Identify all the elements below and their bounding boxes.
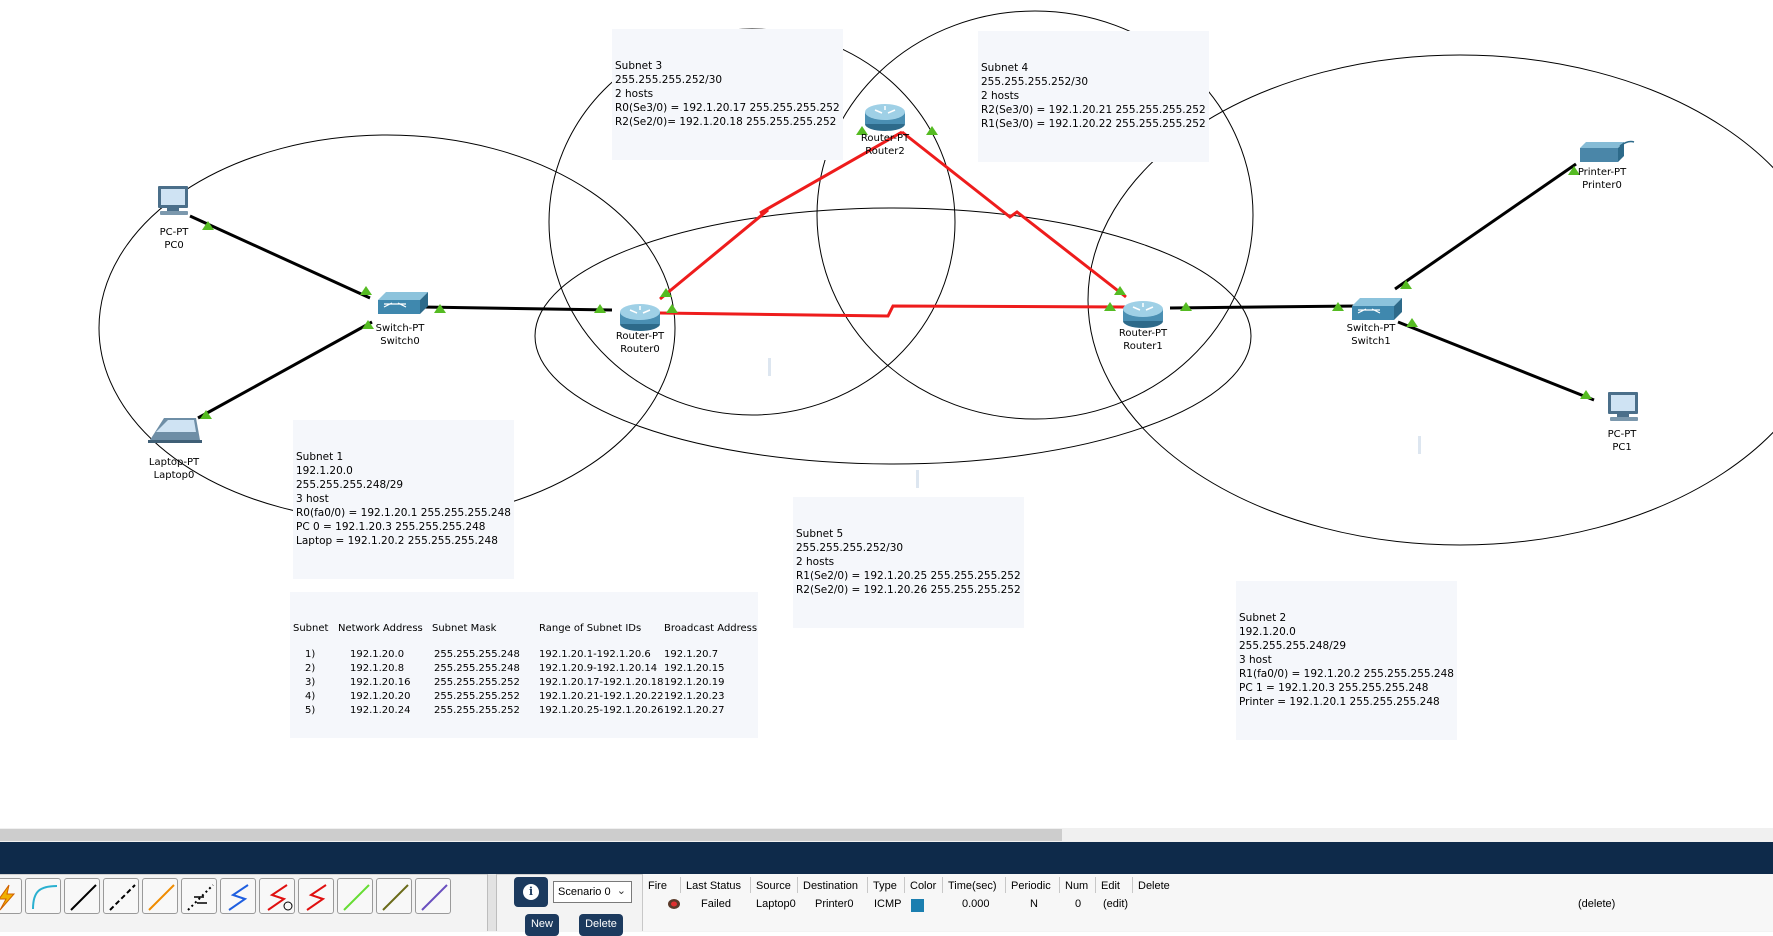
pdu-col-fire: Fire [648,880,667,892]
chevron-down-icon: ⌄ [616,885,626,897]
pdu-source: Laptop0 [756,898,796,910]
pdu-col-type: Type [873,880,897,892]
printer0-label: Printer-PT Printer0 [1577,167,1627,191]
col-subnet: Subnet [293,622,329,634]
serial-dte-button[interactable] [298,878,334,914]
pdu-delete-link[interactable]: (delete) [1578,898,1615,910]
pdu-color-swatch [911,899,924,912]
switch0-icon[interactable] [378,292,428,314]
pdu-time: 0.000 [962,898,990,910]
col-network-address: Network Address [338,622,423,634]
fiber-icon [148,884,175,911]
table-row: 1) 192.1.20.0 255.255.255.248 192.1.20.1-19… [305,648,719,660]
phone-cable-icon [187,884,214,911]
bottom-toolbar-bar [0,842,1773,874]
pdu-col-destination: Destination [803,880,859,892]
pdu-col-delete: Delete [1138,880,1170,892]
scrollbar-thumb[interactable] [0,829,1062,841]
pdu-col-last-status: Last Status [686,880,742,892]
router1-label: Router-PT Router1 [1118,328,1168,352]
laptop0-label: Laptop-PT Laptop0 [148,457,200,481]
serial-link-router0-router1 [659,304,1127,318]
subnet-4-note[interactable]: Subnet 4 255.255.255.252/30 2 hosts R2(Se3/… [978,31,1209,162]
table-row: 2) 192.1.20.8 255.255.255.248 192.1.20.9-19… [305,662,725,674]
octal-cable-button[interactable] [337,878,373,914]
link-switch1-pc1 [1397,320,1595,402]
topology-canvas [98,10,1773,546]
switch1-label: Switch-PT Switch1 [1346,323,1396,347]
lightning-auto-connection-icon [0,884,16,911]
subnet-2-note[interactable]: Subnet 2 192.1.20.0 255.255.255.248/29 3 ho… [1236,581,1457,740]
info-icon: i [523,884,539,900]
laptop0-icon[interactable] [148,418,202,443]
lightning-auto-connection-button[interactable] [0,878,22,914]
serial-dte-icon [306,884,327,911]
usb-cable-icon [421,884,448,911]
serial-dce-icon [267,884,293,911]
iot-custom-cable-button[interactable] [376,878,412,914]
panel-splitter[interactable] [487,874,497,931]
pdu-col-color: Color [910,880,937,892]
pdu-col-edit: Edit [1101,880,1120,892]
pdu-col-source: Source [756,880,791,892]
switch1-icon[interactable] [1352,298,1402,320]
console-cable-button[interactable] [25,878,61,914]
pdu-col-time: Time(sec) [948,880,997,892]
subnet-table: Subnet Network Address Subnet Mask Range… [293,622,757,717]
coaxial-cable-icon [228,884,249,911]
iot-custom-cable-icon [382,884,409,911]
router0-label: Router-PT Router0 [615,331,665,355]
col-broadcast: Broadcast Address [664,622,758,634]
scenario-select[interactable]: Scenario 0 ⌄ [553,881,632,903]
pdu-col-periodic: Periodic [1011,880,1051,892]
subnet-5-note[interactable]: Subnet 5 255.255.255.252/30 2 hosts R1(Se2/… [793,497,1024,628]
logical-workspace[interactable]: PC-PT PC0 Laptop-PT Laptop0 Switch-PT Switc… [0,0,1773,830]
serial-dce-button[interactable] [259,878,295,914]
pdu-destination: Printer0 [815,898,854,910]
scenario-info-button[interactable]: i [514,877,548,907]
link-router1-switch1 [1169,304,1359,310]
octal-cable-icon [343,884,370,911]
pdu-col-num: Num [1065,880,1089,892]
copper-straight-through-button[interactable] [64,878,100,914]
fire-icon[interactable] [667,898,681,910]
switch0-label: Switch-PT Switch0 [375,323,425,347]
router0-icon[interactable] [620,304,660,331]
phone-cable-button[interactable] [181,878,217,914]
pdu-status: Failed [701,898,731,910]
coaxial-cable-button[interactable] [220,878,256,914]
copper-straight-through-icon [70,884,97,911]
pdu-num: 0 [1075,898,1082,910]
pc1-icon[interactable] [1608,392,1638,421]
fiber-button[interactable] [142,878,178,914]
printer0-icon[interactable] [1580,140,1635,163]
pdu-periodic: N [1030,898,1038,910]
copper-cross-over-button[interactable] [103,878,139,914]
copper-cross-over-icon [109,884,136,911]
pc0-label: PC-PT PC0 [159,227,189,251]
pc0-icon[interactable] [158,186,188,215]
subnet-3-note[interactable]: Subnet 3 255.255.255.252/30 2 hosts R0(Se3/… [612,29,843,160]
subnet-table-note[interactable]: Subnet Network Address Subnet Mask Range… [290,592,758,738]
router2-label: Router-PT Router2 [860,133,910,157]
table-row: 5) 192.1.20.24 255.255.255.252 192.1.20.25-… [305,704,725,716]
col-subnet-mask: Subnet Mask [432,622,497,634]
router2-icon[interactable] [865,104,905,131]
table-row: 4) 192.1.20.20 255.255.255.252 192.1.20.21-… [305,690,725,702]
pdu-type: ICMP [874,898,902,910]
col-range: Range of Subnet IDs [539,622,642,634]
link-switch0-router0 [421,305,613,312]
usb-cable-button[interactable] [415,878,451,914]
workspace-horizontal-scrollbar[interactable] [0,828,1773,842]
pc1-label: PC-PT PC1 [1607,429,1637,453]
delete-scenario-button[interactable]: Delete [579,914,623,936]
router1-icon[interactable] [1123,301,1163,328]
link-lights [200,126,1592,419]
subnet-1-note[interactable]: Subnet 1 192.1.20.0 255.255.255.248/29 3 ho… [293,420,514,579]
table-row: 3) 192.1.20.16 255.255.255.252 192.1.20.17-… [305,676,725,688]
console-cable-icon [32,885,58,910]
pdu-edit-link[interactable]: (edit) [1103,898,1128,910]
new-scenario-button[interactable]: New [525,914,559,936]
